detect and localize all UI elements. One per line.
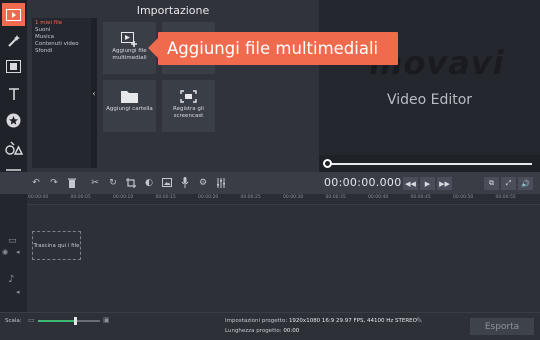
length-value: 00:00 <box>283 328 300 334</box>
video-track-icon: ▭ <box>8 236 17 246</box>
timeline-ruler[interactable]: 00:00:00 00:00:05 00:00:10 00:00:15 00:00:20… <box>27 194 540 205</box>
category-music[interactable]: Musica <box>35 34 88 41</box>
screencast-icon <box>180 90 197 103</box>
product-name: Video Editor <box>386 92 473 108</box>
export-button[interactable]: Esporta <box>470 318 534 335</box>
category-video-content[interactable]: Contenuti video <box>35 41 88 48</box>
folder-icon <box>121 91 138 103</box>
record-screencast-label: Registra gli screencast <box>173 106 204 119</box>
add-folder-label: Aggiungi cartella <box>106 106 153 112</box>
star-icon[interactable] <box>2 109 25 132</box>
ruler-tick-label: 00:00:05 <box>70 195 91 200</box>
tooltip-arrow <box>148 38 158 58</box>
length-label: Lunghezza progetto: <box>225 328 282 334</box>
bottom-bar <box>0 312 540 340</box>
progress-track <box>329 163 532 165</box>
play-icon[interactable]: ▶ <box>420 177 435 190</box>
zoom-in-icon[interactable]: ▣ <box>103 316 110 324</box>
zoom-out-icon[interactable]: ▭ <box>28 316 35 324</box>
equalizer-icon[interactable] <box>215 176 227 189</box>
crop-icon[interactable] <box>125 176 137 189</box>
drop-zone[interactable]: Trascina qui i file <box>32 231 81 260</box>
edit-settings-icon[interactable]: ✎ <box>416 316 423 325</box>
ruler-tick-label: 00:00:40 <box>368 195 389 200</box>
next-icon[interactable]: ▶▶ <box>437 177 452 190</box>
scale-fill <box>38 320 76 322</box>
rotate-icon[interactable]: ↻ <box>107 176 119 189</box>
ruler-tick-label: 00:00:15 <box>155 195 176 200</box>
undo-icon[interactable]: ↶ <box>30 176 42 189</box>
preview-progress[interactable] <box>319 155 540 172</box>
audio-track-mute-icon[interactable]: ◂ <box>16 288 20 296</box>
ruler-tick-label: 00:00:50 <box>453 195 474 200</box>
add-media-label: Aggiungi file multimediali <box>112 48 147 61</box>
chevron-left-icon: ‹ <box>92 88 96 98</box>
ruler-tick-label: 00:00:10 <box>113 195 134 200</box>
audio-track-icon: ♪ <box>8 274 15 285</box>
fullscreen-detach-icon[interactable]: ⧉ <box>484 177 499 190</box>
delete-icon[interactable] <box>66 176 78 189</box>
track-audio-icon[interactable]: ◂ <box>16 248 20 256</box>
category-sounds[interactable]: Suoni <box>35 27 88 34</box>
ruler-tick-label: 00:00:30 <box>283 195 304 200</box>
settings-value: 1920x1080 16:9 29.97 FPS, 44100 Hz STERE… <box>288 318 417 324</box>
ruler-tick-label: 00:00:45 <box>410 195 431 200</box>
category-backgrounds[interactable]: Sfondi <box>35 48 88 55</box>
project-settings: Impostazioni progetto: 1920x1080 16:9 29… <box>225 318 417 324</box>
timeline-tracks[interactable] <box>27 205 540 312</box>
import-title: Importazione <box>136 4 210 17</box>
ruler-tick-label: 00:00:35 <box>325 195 346 200</box>
add-media-tooltip: Aggiungi file multimediali <box>158 32 398 65</box>
add-media-icon <box>121 32 137 47</box>
category-my-files[interactable]: 1 miei file <box>35 20 88 27</box>
media-icon[interactable] <box>161 176 173 189</box>
filmstrip-icon[interactable] <box>2 55 25 78</box>
record-screencast-tile[interactable]: Registra gli screencast <box>162 80 215 132</box>
progress-knob[interactable] <box>323 159 332 168</box>
import-panel: Importazione 1 miei file Suoni Musica Co… <box>27 0 319 172</box>
ruler-tick-label: 00:00:25 <box>240 195 261 200</box>
text-icon[interactable] <box>2 82 25 105</box>
ruler-tick-label: 00:00:00 <box>28 195 49 200</box>
volume-icon[interactable]: 🔊 <box>518 177 533 190</box>
preview-window: movavi Video Editor <box>319 0 540 155</box>
shapes-icon[interactable] <box>2 136 25 159</box>
project-length: Lunghezza progetto: 00:00 <box>225 328 299 334</box>
mic-icon[interactable] <box>179 176 191 189</box>
import-icon[interactable] <box>2 3 25 26</box>
color-icon[interactable]: ◐ <box>143 176 155 189</box>
scale-label: Scala: <box>5 318 22 324</box>
add-folder-tile[interactable]: Aggiungi cartella <box>103 80 156 132</box>
settings-icon[interactable]: ⚙ <box>197 176 209 189</box>
track-eye-icon[interactable]: ◉ <box>2 248 8 256</box>
category-list: 1 miei file Suoni Musica Contenuti video… <box>32 18 91 168</box>
timecode: 00:00:00.000 <box>324 176 402 189</box>
ruler-tick-label: 00:00:55 <box>495 195 516 200</box>
ruler-tick-label: 00:00:20 <box>198 195 219 200</box>
prev-icon[interactable]: ◀◀ <box>403 177 418 190</box>
wand-icon[interactable] <box>2 29 25 52</box>
expand-icon[interactable]: ⤢ <box>501 177 516 190</box>
cut-icon[interactable]: ✂ <box>89 176 101 189</box>
edit-toolbar: ↶ ↷ ✂ ↻ ◐ ⚙ <box>0 172 540 194</box>
scale-knob[interactable] <box>74 317 78 325</box>
left-toolbar <box>0 0 27 190</box>
collapse-panel-button[interactable]: ‹ <box>91 18 97 168</box>
redo-icon[interactable]: ↷ <box>48 176 60 189</box>
settings-label: Impostazioni progetto: <box>225 318 288 324</box>
